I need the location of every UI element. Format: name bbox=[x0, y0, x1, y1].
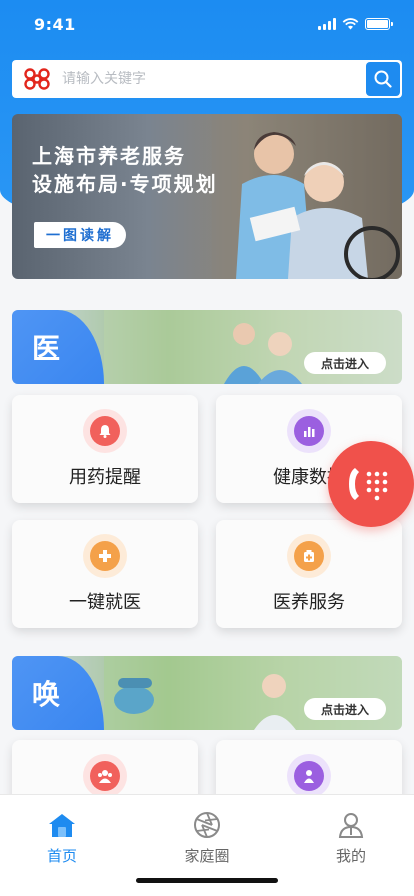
banner-read-button[interactable]: 一图读解 bbox=[34, 222, 126, 248]
promo-banner[interactable]: 上海市养老服务 设施布局·专项规划 一图读解 bbox=[12, 114, 402, 279]
card-label: 用药提醒 bbox=[69, 467, 141, 488]
section-enter-button[interactable]: 点击进入 bbox=[304, 352, 386, 374]
card-icon-glow bbox=[83, 534, 127, 578]
banner-title: 上海市养老服务 设施布局·专项规划 bbox=[32, 142, 218, 198]
section-enter-button[interactable]: 点击进入 bbox=[304, 698, 386, 720]
wifi-icon bbox=[342, 18, 359, 30]
medicine-box-icon bbox=[294, 541, 324, 571]
battery-icon bbox=[365, 18, 393, 30]
tab-mine[interactable]: 我的 bbox=[311, 811, 391, 866]
medical-cross-icon bbox=[90, 541, 120, 571]
elderly-couple-illustration bbox=[212, 114, 402, 279]
tab-label: 我的 bbox=[335, 847, 366, 865]
call-float-button[interactable] bbox=[328, 441, 414, 527]
cellular-signal-icon bbox=[318, 18, 336, 30]
card-icon-glow bbox=[287, 409, 331, 453]
search-icon bbox=[374, 70, 392, 88]
tab-label: 家庭圈 bbox=[184, 847, 230, 865]
section-medical[interactable]: 医 点击进入 bbox=[12, 310, 402, 384]
bell-icon bbox=[90, 416, 120, 446]
home-indicator bbox=[136, 878, 278, 883]
tab-label: 首页 bbox=[46, 847, 77, 865]
search-input[interactable] bbox=[62, 71, 366, 87]
card-medication-reminder[interactable]: 用药提醒 bbox=[12, 395, 198, 503]
china-unicom-logo-icon bbox=[24, 68, 50, 90]
home-icon bbox=[49, 814, 75, 837]
tab-family-circle[interactable]: 家庭圈 bbox=[167, 811, 247, 866]
status-time: 9:41 bbox=[34, 14, 76, 34]
card-icon-glow bbox=[83, 409, 127, 453]
status-icons bbox=[318, 18, 393, 30]
status-bar: 9:41 bbox=[0, 0, 414, 48]
group-icon bbox=[90, 761, 120, 791]
card-label: 医养服务 bbox=[273, 592, 345, 613]
section-call[interactable]: 唤 点击进入 bbox=[12, 656, 402, 730]
banner-title-line-1: 上海市养老服务 bbox=[32, 144, 186, 168]
section-tag: 唤 bbox=[12, 656, 104, 730]
banner-title-line-2: 设施布局·专项规划 bbox=[32, 172, 218, 196]
section-tag: 医 bbox=[12, 310, 104, 384]
search-button[interactable] bbox=[366, 62, 400, 96]
card-care-service[interactable]: 医养服务 bbox=[216, 520, 402, 628]
card-icon-glow bbox=[287, 754, 331, 798]
tab-home[interactable]: 首页 bbox=[22, 811, 102, 866]
card-one-click-medical[interactable]: 一键就医 bbox=[12, 520, 198, 628]
bar-chart-icon bbox=[294, 416, 324, 446]
user-icon bbox=[338, 813, 364, 838]
aperture-icon bbox=[194, 812, 220, 838]
person-icon bbox=[294, 761, 324, 791]
card-label: 一键就医 bbox=[69, 592, 141, 613]
phone-dialpad-icon bbox=[349, 468, 388, 501]
card-icon-glow bbox=[83, 754, 127, 798]
search-bar bbox=[12, 60, 402, 98]
card-icon-glow bbox=[287, 534, 331, 578]
